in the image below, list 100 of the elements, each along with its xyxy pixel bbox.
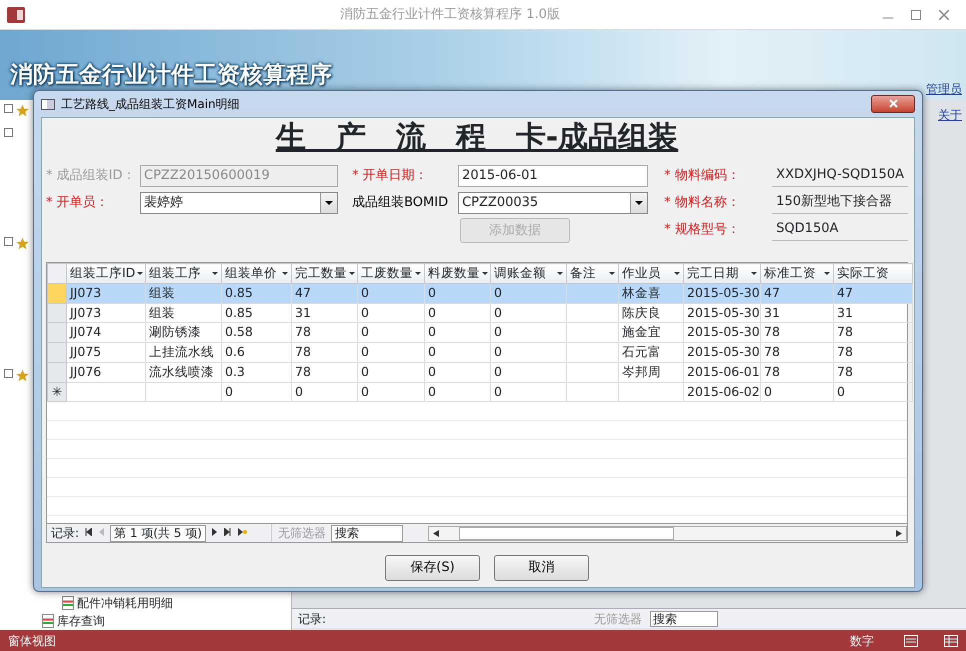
table-cell: 林金喜 xyxy=(618,283,684,303)
table-cell: 石元富 xyxy=(618,342,684,362)
table-cell: 施金宜 xyxy=(618,322,684,342)
table-cell: 0 xyxy=(490,362,566,382)
table-cell: 31 xyxy=(834,303,912,323)
dropdown-field[interactable]: 裴婷婷 xyxy=(140,192,338,214)
nav-item[interactable]: 库存查询 xyxy=(57,612,105,630)
table-cell: 0 xyxy=(358,342,424,362)
dropdown-arrow-icon[interactable] xyxy=(212,272,218,275)
field-label: * 物料编码： xyxy=(664,166,741,185)
table-cell: 0.85 xyxy=(222,283,292,303)
table-cell: 岑邦周 xyxy=(618,362,684,382)
table-cell: 78 xyxy=(834,342,912,362)
form-view-icon[interactable] xyxy=(904,634,918,646)
column-header[interactable]: 组装单价 xyxy=(222,264,292,284)
table-cell: 47 xyxy=(834,283,912,303)
table-cell: 0.3 xyxy=(222,362,292,382)
dropdown-arrow-icon[interactable] xyxy=(415,272,421,275)
scroll-right-icon[interactable] xyxy=(896,530,902,536)
table-cell: 0 xyxy=(424,322,490,342)
tree-toggle-icon[interactable] xyxy=(4,128,13,137)
table-cell: 78 xyxy=(760,322,834,342)
tree-toggle-icon[interactable] xyxy=(4,368,13,378)
window-title: 消防五金行业计件工资核算程序 1.0版 xyxy=(339,6,561,24)
table-cell: 0 xyxy=(358,283,424,303)
table-cell: 2015-05-30 xyxy=(684,322,760,342)
new-record-marker: ✳ xyxy=(48,382,66,402)
horizontal-scrollbar[interactable] xyxy=(428,526,907,540)
column-header[interactable]: 组装工序 xyxy=(146,264,222,284)
form-icon xyxy=(62,596,74,610)
table-cell: 31 xyxy=(292,303,358,323)
table-cell: JJ074 xyxy=(66,322,146,342)
tree-toggle-icon[interactable] xyxy=(4,104,13,113)
table-cell: 31 xyxy=(760,303,834,323)
dropdown-arrow-icon[interactable] xyxy=(557,272,563,275)
table-cell: 0.85 xyxy=(222,303,292,323)
dialog-button[interactable]: 取消 xyxy=(494,555,589,581)
table-cell: 0.6 xyxy=(222,342,292,362)
dropdown-arrow-icon[interactable] xyxy=(824,272,830,275)
column-header[interactable]: 作业员 xyxy=(618,264,684,284)
table-cell: 47 xyxy=(760,283,834,303)
table-cell: 0 xyxy=(424,342,490,362)
column-header[interactable]: 备注 xyxy=(566,264,618,284)
close-button[interactable] xyxy=(871,95,915,113)
table-cell: 组装 xyxy=(146,303,222,323)
table-cell: 0 xyxy=(490,303,566,323)
dropdown-arrow-icon[interactable] xyxy=(482,272,488,275)
table-cell: 78 xyxy=(760,362,834,382)
dialog-button[interactable]: 保存(S) xyxy=(385,555,480,581)
table-cell: 2015-05-30 xyxy=(684,342,760,362)
field-value: XXDXJHQ-SQD150A xyxy=(772,164,908,186)
table-cell: JJ076 xyxy=(66,362,146,382)
search-field[interactable]: 搜索 xyxy=(650,610,718,626)
datasheet-view-icon[interactable] xyxy=(944,634,958,646)
table-cell: 流水线喷漆 xyxy=(146,362,222,382)
table-cell: 78 xyxy=(834,362,912,382)
text-field[interactable]: 2015-06-01 xyxy=(458,164,648,186)
table-cell: 0 xyxy=(490,322,566,342)
dropdown-arrow-icon[interactable] xyxy=(609,272,615,275)
record-position-field[interactable]: 第 1 项(共 5 项) xyxy=(110,524,206,542)
num-lock-indicator: 数字 xyxy=(850,632,874,650)
table-cell: 0 xyxy=(424,303,490,323)
star-icon xyxy=(16,104,29,117)
table-cell: JJ075 xyxy=(66,342,146,362)
dropdown-arrow-icon[interactable] xyxy=(282,272,288,275)
table-cell: 0 xyxy=(358,322,424,342)
table-cell: 2015-06-01 xyxy=(684,362,760,382)
nav-item[interactable]: 配件冲销耗用明细 xyxy=(77,594,173,612)
column-header[interactable]: 调账金额 xyxy=(490,264,566,284)
dropdown-arrow-icon[interactable] xyxy=(751,272,757,275)
dropdown-arrow-icon[interactable] xyxy=(137,272,144,275)
form-heading: 生 产 流 程 卡-成品组装 xyxy=(276,120,678,156)
star-icon xyxy=(16,237,29,250)
column-header[interactable]: 标准工资 xyxy=(760,264,834,284)
form-icon xyxy=(41,98,55,110)
tree-toggle-icon[interactable] xyxy=(4,237,13,246)
about-link[interactable]: 关于 xyxy=(938,100,966,124)
dropdown-arrow-icon[interactable] xyxy=(674,272,680,275)
column-header[interactable]: 工废数量 xyxy=(358,264,424,284)
view-mode-label: 窗体视图 xyxy=(8,632,56,650)
dropdown-arrow-icon[interactable] xyxy=(349,272,355,275)
column-header[interactable]: 完工日期 xyxy=(684,264,760,284)
app-banner-title: 消防五金行业计件工资核算程序 xyxy=(10,61,332,90)
dialog-title: 工艺路线_成品组装工资Main明细 xyxy=(61,96,240,113)
column-header[interactable]: 组装工序ID xyxy=(66,264,146,284)
table-cell: 组装 xyxy=(146,283,222,303)
scrollbar-thumb[interactable] xyxy=(458,526,674,540)
field-label: * 物料名称： xyxy=(664,194,741,212)
table-cell: 78 xyxy=(292,362,358,382)
table-cell: 0 xyxy=(358,303,424,323)
table-cell: 上挂流水线 xyxy=(146,342,222,362)
table-cell: 0 xyxy=(424,362,490,382)
scroll-left-icon[interactable] xyxy=(432,530,439,536)
column-header[interactable]: 料废数量 xyxy=(424,264,490,284)
table-cell: 78 xyxy=(760,342,834,362)
column-header[interactable]: 实际工资 xyxy=(834,264,912,284)
column-header[interactable]: 完工数量 xyxy=(292,264,358,284)
search-field[interactable]: 搜索 xyxy=(330,524,403,542)
dropdown-field[interactable]: CPZZ00035 xyxy=(458,192,648,214)
user-link[interactable]: 管理员 xyxy=(926,80,962,98)
